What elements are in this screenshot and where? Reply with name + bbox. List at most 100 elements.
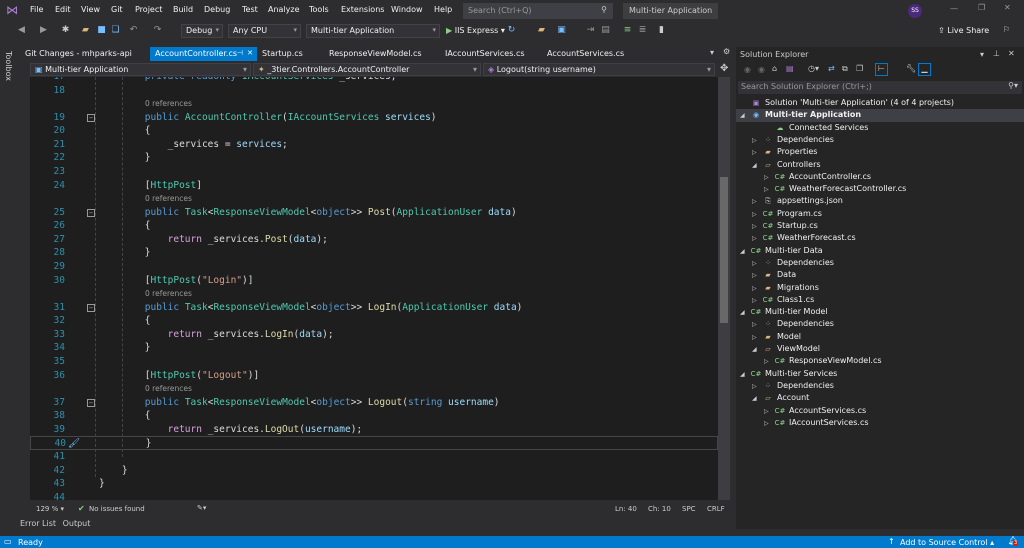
issues-status[interactable]: No issues found	[89, 505, 145, 513]
forward-icon[interactable]: ▶	[38, 25, 49, 36]
open-folder-icon[interactable]: ▰	[80, 25, 91, 36]
references-count[interactable]: 0 references	[145, 97, 192, 111]
tree-item[interactable]: ▷ ▰ Migrations	[752, 282, 819, 294]
tree-item[interactable]: ◢ C# Multi-tier Services	[740, 368, 837, 380]
feedback-icon[interactable]: ⚐	[1003, 25, 1010, 34]
menu-build[interactable]: Build	[173, 5, 193, 14]
expanded-arrow-icon[interactable]: ◢	[740, 110, 750, 122]
tree-item[interactable]: ◢ C# Multi-tier Data	[740, 245, 823, 257]
platform-select[interactable]: Any CPU	[228, 24, 301, 38]
collapsed-arrow-icon[interactable]: ▷	[752, 319, 762, 331]
menu-tools[interactable]: Tools	[309, 5, 329, 14]
expanded-arrow-icon[interactable]: ◢	[752, 393, 762, 405]
tree-item[interactable]: ◢ ▱ ViewModel	[752, 343, 820, 355]
tree-item[interactable]: ▷ C# AccountServices.cs	[764, 405, 866, 417]
menu-test[interactable]: Test	[242, 5, 258, 14]
sync-icon[interactable]: ⇄	[828, 64, 835, 73]
collapsed-arrow-icon[interactable]: ▷	[752, 147, 762, 159]
properties-wrench-icon[interactable]: 🔧︎	[906, 64, 916, 73]
tree-item[interactable]: ▷ ▰ Properties	[752, 146, 817, 158]
redo-icon[interactable]: ↷	[152, 25, 163, 36]
search-input[interactable]: Search (Ctrl+Q) ⚲	[463, 3, 613, 19]
notification-bell-icon[interactable]: 🔔︎3	[1008, 536, 1019, 546]
tab-account-services[interactable]: AccountServices.cs	[542, 47, 629, 61]
back-icon[interactable]: ◉	[744, 65, 751, 74]
tab-list-dropdown-icon[interactable]: ▾	[710, 48, 714, 57]
pin-icon[interactable]: ⊣	[237, 49, 243, 57]
tree-item[interactable]: ▷ ⁘ Dependencies	[752, 318, 834, 330]
tree-item[interactable]: ▷ C# Class1.cs	[752, 294, 814, 306]
collapsed-arrow-icon[interactable]: ▷	[764, 406, 774, 418]
whitespace-mode[interactable]: SPC	[682, 505, 696, 513]
collapsed-arrow-icon[interactable]: ▷	[752, 221, 762, 233]
tree-item[interactable]: ▷ C# Startup.cs	[752, 220, 818, 232]
code-lens-references[interactable]: 0 references	[30, 382, 718, 396]
tree-item[interactable]: ▣ Solution 'Multi-tier Application' (4 of…	[740, 97, 954, 109]
close-window-icon[interactable]: ✕	[1004, 3, 1011, 12]
step-icon[interactable]: ⇥	[585, 25, 596, 36]
close-panel-icon[interactable]: ✕	[1008, 49, 1015, 58]
collapsed-arrow-icon[interactable]: ▷	[752, 283, 762, 295]
preview-icon[interactable]: ▁	[918, 63, 931, 76]
tree-item[interactable]: ◢ C# Multi-tier Model	[740, 306, 828, 318]
forward-icon[interactable]: ◉	[758, 65, 765, 74]
solution-search-input[interactable]: Search Solution Explorer (Ctrl+;) ⚲▾	[738, 81, 1022, 94]
browse-folder-icon[interactable]: ▰	[536, 25, 547, 36]
tab-output[interactable]: Output	[63, 519, 91, 528]
collapse-icon[interactable]: −	[87, 303, 95, 312]
expanded-arrow-icon[interactable]: ◢	[740, 307, 750, 319]
tab-startup[interactable]: Startup.cs	[257, 47, 308, 61]
restore-icon[interactable]: ❐	[978, 3, 985, 12]
split-editor-icon[interactable]: ✥	[720, 63, 728, 74]
expanded-arrow-icon[interactable]: ◢	[740, 369, 750, 381]
collapsed-arrow-icon[interactable]: ▷	[752, 233, 762, 245]
tree-item[interactable]: ▷ ⎘ appsettings.json	[752, 195, 843, 207]
save-icon[interactable]: ■	[96, 25, 107, 36]
tree-item[interactable]: ◢ ▱ Controllers	[752, 159, 821, 171]
code-cleanup-icon[interactable]: ✎▾	[197, 504, 206, 512]
line-ending[interactable]: CRLF	[707, 505, 725, 513]
tree-item[interactable]: ▷ C# Program.cs	[752, 208, 822, 220]
project-dropdown[interactable]: ▣ Multi-tier Application ▾	[30, 63, 251, 76]
menu-debug[interactable]: Debug	[204, 5, 230, 14]
uncomment-icon[interactable]: ≣	[637, 25, 648, 36]
comment-icon[interactable]: ≡	[622, 25, 633, 36]
tree-item[interactable]: ▷ C# WeatherForecast.cs	[752, 232, 856, 244]
tab-error-list[interactable]: Error List	[20, 519, 56, 528]
menu-help[interactable]: Help	[434, 5, 452, 14]
tree-item[interactable]: ▷ C# ResponseViewModel.cs	[764, 355, 882, 367]
tree-item[interactable]: ◢ ▱ Account	[752, 392, 809, 404]
tree-item[interactable]: ▷ C# WeatherForecastController.cs	[764, 183, 906, 195]
collapsed-arrow-icon[interactable]: ▷	[752, 381, 762, 393]
zoom-select[interactable]: 129 % ▾	[36, 505, 64, 513]
configuration-select[interactable]: Debug	[181, 24, 223, 38]
minimize-icon[interactable]: —	[950, 4, 958, 13]
collapsed-arrow-icon[interactable]: ▷	[764, 418, 774, 430]
panel-menu-icon[interactable]: ▾	[980, 50, 984, 59]
tree-item[interactable]: ▷ ⁘ Dependencies	[752, 134, 834, 146]
layout-icon[interactable]: ▤	[600, 25, 611, 36]
menu-git[interactable]: Git	[111, 5, 123, 14]
scrollbar-thumb[interactable]	[720, 177, 728, 323]
references-count[interactable]: 0 references	[145, 192, 192, 206]
collapsed-arrow-icon[interactable]: ▷	[752, 258, 762, 270]
refresh-icon[interactable]: ↻	[506, 25, 517, 36]
menu-project[interactable]: Project	[135, 5, 162, 14]
class-dropdown[interactable]: ✦ _3tier.Controllers.AccountController ▾	[253, 63, 481, 76]
code-lens-references[interactable]: 0 references	[30, 192, 718, 206]
collapsed-arrow-icon[interactable]: ▷	[752, 295, 762, 307]
code-editor[interactable]: 17 private readonly IAccountServices _se…	[30, 77, 718, 500]
member-dropdown[interactable]: ◈ Logout(string username) ▾	[483, 63, 715, 76]
collapse-icon[interactable]: −	[87, 398, 95, 407]
back-icon[interactable]: ◀	[16, 25, 27, 36]
menu-window[interactable]: Window	[391, 5, 423, 14]
pending-changes-icon[interactable]: ◷▾	[808, 64, 819, 73]
add-to-source-control-button[interactable]: Add to Source Control ▴	[900, 538, 994, 547]
toolbox-panel[interactable]: Toolbox	[0, 45, 20, 515]
run-button[interactable]: ▶ IIS Express ▾	[446, 26, 505, 35]
new-project-icon[interactable]: ✱	[60, 25, 71, 36]
expanded-arrow-icon[interactable]: ◢	[752, 344, 762, 356]
code-lens-references[interactable]: 0 references	[30, 287, 718, 301]
menu-analyze[interactable]: Analyze	[268, 5, 300, 14]
home-icon[interactable]: ⌂	[772, 64, 777, 73]
